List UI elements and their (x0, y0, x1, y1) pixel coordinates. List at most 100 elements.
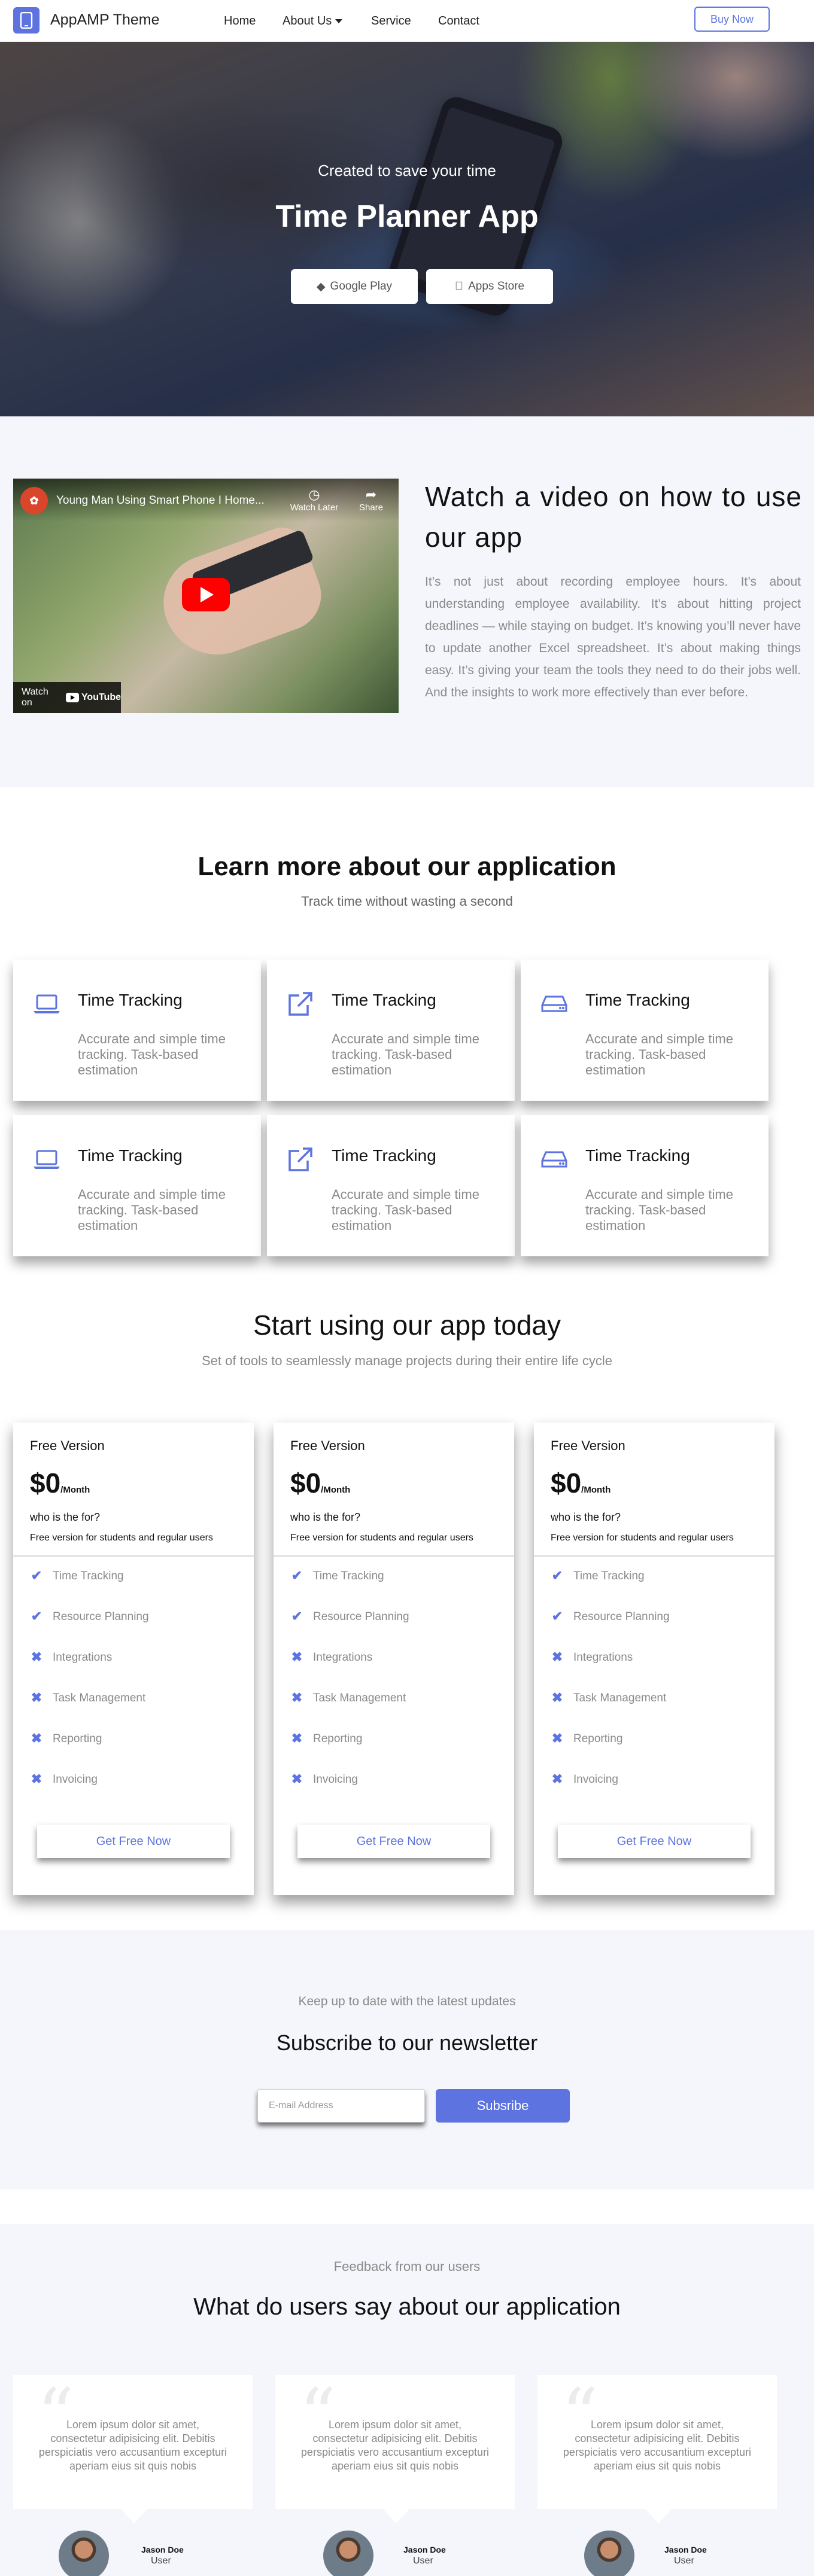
phone-logo-icon[interactable] (13, 7, 40, 34)
plan-audience-heading: who is the for? (551, 1511, 621, 1523)
learn-more-title: Learn more about our application (198, 852, 616, 881)
plan-feature-item: ✔ Resource Planning (551, 1610, 670, 1651)
plan-name: Free Version (290, 1438, 365, 1453)
newsletter-section: Keep up to date with the latest updates … (0, 1930, 814, 2190)
divider (534, 1555, 774, 1557)
learn-more-subtitle: Track time without wasting a second (301, 894, 513, 909)
testimonials-subtitle: Feedback from our users (333, 2259, 481, 2274)
testimonial-card: “ Lorem ipsum dolor sit amet, consectetu… (537, 2375, 777, 2523)
nav-home-link[interactable]: Home (224, 14, 256, 28)
video-description: It’s not just about recording employee h… (425, 575, 801, 699)
cross-icon: ✖ (31, 1731, 42, 1746)
plan-name: Free Version (30, 1438, 105, 1453)
cross-icon: ✖ (291, 1731, 303, 1746)
testimonial-text: Lorem ipsum dolor sit amet, consectetur … (300, 2419, 490, 2472)
plan-summary: Free version for students and regular us… (30, 1533, 213, 1543)
plan-feature-label: Reporting (313, 1732, 363, 1745)
testimonial-name: Jason Doe (403, 2545, 446, 2554)
plan-feature-label: Resource Planning (53, 1610, 149, 1623)
hard-drive-icon (541, 995, 567, 1012)
apps-store-button[interactable]:  Apps Store (426, 269, 553, 304)
check-icon: ✔ (551, 1609, 563, 1624)
plan-audience-heading: who is the for? (30, 1511, 101, 1523)
plan-feature-item: ✖ Invoicing (551, 1773, 670, 1814)
nav-about-label: About Us (283, 14, 332, 28)
cross-icon: ✖ (551, 1649, 563, 1664)
feature-card: Time Tracking Accurate and simple time t… (13, 1115, 261, 1256)
plan-price: $0/Month (551, 1467, 610, 1499)
nav-contact-link[interactable]: Contact (438, 14, 479, 28)
plan-feature-label: Integrations (53, 1651, 113, 1664)
clock-icon: ◷ (308, 487, 320, 502)
feature-card: Time Tracking Accurate and simple time t… (267, 960, 515, 1101)
price-amount: $0 (551, 1467, 582, 1499)
avatar (584, 2531, 634, 2576)
feature-description: Accurate and simple time tracking. Task-… (332, 1187, 479, 1233)
testimonial-name: Jason Doe (141, 2545, 184, 2554)
testimonial-text: Lorem ipsum dolor sit amet, consectetur … (38, 2419, 227, 2472)
cross-icon: ✖ (291, 1649, 303, 1664)
plan-feature-list: ✔ Time Tracking ✔ Resource Planning ✖ Integ… (290, 1569, 409, 1814)
plan-feature-item: ✔ Resource Planning (290, 1610, 409, 1651)
youtube-logo-icon: YouTube (65, 692, 121, 703)
buy-now-button[interactable]: Buy Now (694, 7, 770, 32)
avatar (59, 2531, 109, 2576)
feature-title: Time Tracking (332, 1146, 436, 1165)
laptop-icon (34, 1150, 60, 1169)
plan-feature-label: Task Management (313, 1692, 406, 1704)
google-play-label: Google Play (330, 280, 393, 293)
nav-about-link[interactable]: About Us (283, 14, 343, 28)
youtube-video-player[interactable]: ✿ Young Man Using Smart Phone I Home... … (13, 479, 399, 713)
subscribe-button[interactable]: Subsribe (436, 2089, 570, 2123)
check-icon: ✔ (291, 1609, 303, 1624)
watch-on-label: Watch on (22, 687, 48, 708)
video-title[interactable]: Young Man Using Smart Phone I Home... (56, 494, 284, 507)
get-free-now-button[interactable]: Get Free Now (37, 1825, 230, 1858)
get-free-now-button[interactable]: Get Free Now (297, 1825, 490, 1858)
newsletter-title: Subscribe to our newsletter (276, 2030, 538, 2055)
share-button[interactable]: ➦ Share (353, 487, 389, 513)
plan-feature-item: ✖ Reporting (30, 1732, 149, 1773)
brand-name[interactable]: AppAMP Theme (50, 11, 160, 29)
cross-icon: ✖ (551, 1690, 563, 1705)
plan-feature-label: Time Tracking (313, 1570, 384, 1582)
nav-service-link[interactable]: Service (371, 14, 411, 28)
plan-feature-label: Resource Planning (313, 1610, 409, 1623)
channel-avatar[interactable]: ✿ (20, 487, 48, 514)
hero-title: Time Planner App (275, 199, 539, 234)
external-link-icon (288, 1147, 312, 1171)
divider (274, 1555, 514, 1557)
pricing-card: Free Version $0/Month who is the for? Fr… (534, 1423, 774, 1895)
price-period: /Month (581, 1485, 611, 1495)
watch-later-button[interactable]: ◷ Watch Later (287, 487, 341, 513)
play-button-icon[interactable] (182, 578, 230, 611)
check-icon: ✔ (31, 1609, 42, 1624)
plan-feature-label: Integrations (573, 1651, 633, 1664)
video-section: ✿ Young Man Using Smart Phone I Home... … (0, 416, 814, 787)
plan-feature-label: Task Management (573, 1692, 667, 1704)
hard-drive-icon (541, 1151, 567, 1168)
watch-on-youtube-button[interactable]: Watch on YouTube (13, 682, 121, 713)
check-icon: ✔ (31, 1568, 42, 1583)
plan-feature-label: Reporting (53, 1732, 102, 1745)
get-free-now-button[interactable]: Get Free Now (558, 1825, 751, 1858)
google-play-button[interactable]: ◆ Google Play (291, 269, 418, 304)
feature-card: Time Tracking Accurate and simple time t… (267, 1115, 515, 1256)
email-field[interactable]: E-mail Address (257, 2089, 425, 2123)
plan-feature-label: Invoicing (313, 1773, 358, 1786)
plan-feature-label: Resource Planning (573, 1610, 670, 1623)
youtube-label: YouTube (81, 692, 121, 702)
plan-feature-item: ✔ Time Tracking (290, 1569, 409, 1610)
price-amount: $0 (290, 1467, 321, 1499)
plan-feature-item: ✖ Task Management (551, 1690, 670, 1732)
plan-feature-item: ✖ Task Management (30, 1691, 149, 1732)
testimonial-text: Lorem ipsum dolor sit amet, consectetur … (563, 2419, 752, 2472)
plan-feature-item: ✖ Task Management (290, 1691, 409, 1732)
laptop-icon (34, 994, 60, 1013)
plan-feature-item: ✔ Time Tracking (30, 1568, 149, 1610)
hero-banner: Created to save your time Time Planner A… (0, 42, 814, 416)
plan-feature-item: ✔ Time Tracking (551, 1569, 670, 1610)
plan-summary: Free version for students and regular us… (290, 1533, 473, 1543)
cross-icon: ✖ (551, 1731, 563, 1746)
share-label: Share (359, 503, 384, 513)
